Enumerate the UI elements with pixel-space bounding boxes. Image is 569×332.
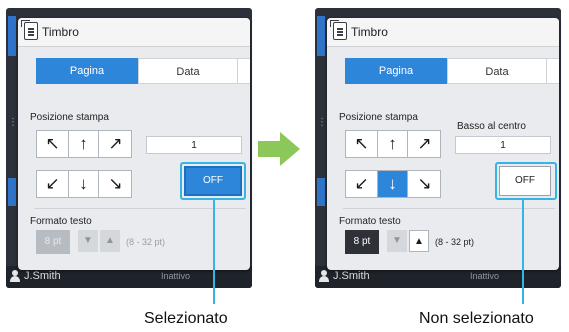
status-text: Inattivo xyxy=(469,271,499,281)
page-number-field[interactable]: 1 xyxy=(146,136,242,154)
print-position-label: Posizione stampa xyxy=(30,112,109,123)
side-tab xyxy=(8,16,16,56)
position-grid: ↖ ↑ ↗ ↙ ↓ ↘ xyxy=(36,130,132,198)
arrow-up-left-button[interactable]: ↖ xyxy=(346,131,377,157)
transition-arrow-icon xyxy=(258,132,300,166)
user-icon xyxy=(319,270,329,282)
size-decrease-button[interactable]: ▼ xyxy=(78,230,98,252)
right-screen: ⋮ J.Smith Inattivo Timbro Pagina Data Po… xyxy=(315,8,561,288)
stamp-icon xyxy=(21,20,38,40)
position-row-bottom: ↙ ↓ ↘ xyxy=(36,170,132,198)
side-tab xyxy=(317,16,325,56)
caption-not-selected: Non selezionato xyxy=(419,310,534,327)
tab-bar: Pagina Data xyxy=(345,58,559,84)
dialog-title: Timbro xyxy=(351,25,388,39)
arrow-down-right-button[interactable]: ↘ xyxy=(100,171,131,197)
position-row-top: ↖ ↑ ↗ xyxy=(36,130,132,158)
callout-line xyxy=(213,200,215,304)
left-screen: ⋮ J.Smith Inattivo Timbro Pagina Data Po… xyxy=(6,8,252,288)
stamp-dialog: Timbro Pagina Data Posizione stampa ↖ ↑ … xyxy=(327,18,559,270)
arrow-up-button[interactable]: ↑ xyxy=(377,131,408,157)
text-format-label: Formato testo xyxy=(30,216,92,227)
stamp-dialog: Timbro Pagina Data Posizione stampa ↖ ↑ … xyxy=(18,18,250,270)
size-increase-button[interactable]: ▲ xyxy=(100,230,120,252)
callout-line xyxy=(522,200,524,304)
side-tab xyxy=(317,178,325,206)
user-icon xyxy=(10,270,20,282)
size-increase-button[interactable]: ▲ xyxy=(409,230,429,252)
more-icon: ⋮ xyxy=(317,117,327,128)
user-name: J.Smith xyxy=(333,270,370,282)
text-size-field[interactable]: 8 pt xyxy=(36,230,70,254)
tab-date[interactable]: Data xyxy=(138,58,238,84)
dialog-title: Timbro xyxy=(42,25,79,39)
arrow-down-left-button[interactable]: ↙ xyxy=(37,171,68,197)
arrow-up-left-button[interactable]: ↖ xyxy=(37,131,68,157)
size-range-text: (8 - 32 pt) xyxy=(126,237,166,247)
arrow-down-right-button[interactable]: ↘ xyxy=(409,171,440,197)
user-name: J.Smith xyxy=(24,270,61,282)
tab-more[interactable] xyxy=(238,58,250,84)
text-format-label: Formato testo xyxy=(339,216,401,227)
dialog-titlebar: Timbro xyxy=(18,18,250,47)
arrow-up-right-button[interactable]: ↗ xyxy=(100,131,131,157)
arrow-up-right-button[interactable]: ↗ xyxy=(409,131,440,157)
callout-highlight xyxy=(180,162,246,200)
position-value-label: Basso al centro xyxy=(457,121,526,132)
side-tab xyxy=(8,178,16,206)
tab-page[interactable]: Pagina xyxy=(36,58,138,84)
tab-more[interactable] xyxy=(547,58,559,84)
position-row-top: ↖ ↑ ↗ xyxy=(345,130,441,158)
size-range-text: (8 - 32 pt) xyxy=(435,237,475,247)
page-number-field[interactable]: 1 xyxy=(455,136,551,154)
size-decrease-button[interactable]: ▼ xyxy=(387,230,407,252)
arrow-down-left-button[interactable]: ↙ xyxy=(346,171,377,197)
tab-date[interactable]: Data xyxy=(447,58,547,84)
arrow-up-button[interactable]: ↑ xyxy=(68,131,99,157)
stamp-icon xyxy=(330,20,347,40)
text-size-field[interactable]: 8 pt xyxy=(345,230,379,254)
position-row-bottom: ↙ ↓ ↘ xyxy=(345,170,441,198)
callout-highlight xyxy=(495,162,557,200)
tab-page[interactable]: Pagina xyxy=(345,58,447,84)
tab-bar: Pagina Data xyxy=(36,58,250,84)
dialog-titlebar: Timbro xyxy=(327,18,559,47)
position-grid: ↖ ↑ ↗ ↙ ↓ ↘ xyxy=(345,130,441,198)
arrow-down-button[interactable]: ↓ xyxy=(68,171,99,197)
more-icon: ⋮ xyxy=(8,117,18,128)
print-position-label: Posizione stampa xyxy=(339,112,418,123)
arrow-down-button[interactable]: ↓ xyxy=(377,171,408,197)
caption-selected: Selezionato xyxy=(144,310,228,327)
status-text: Inattivo xyxy=(160,271,190,281)
